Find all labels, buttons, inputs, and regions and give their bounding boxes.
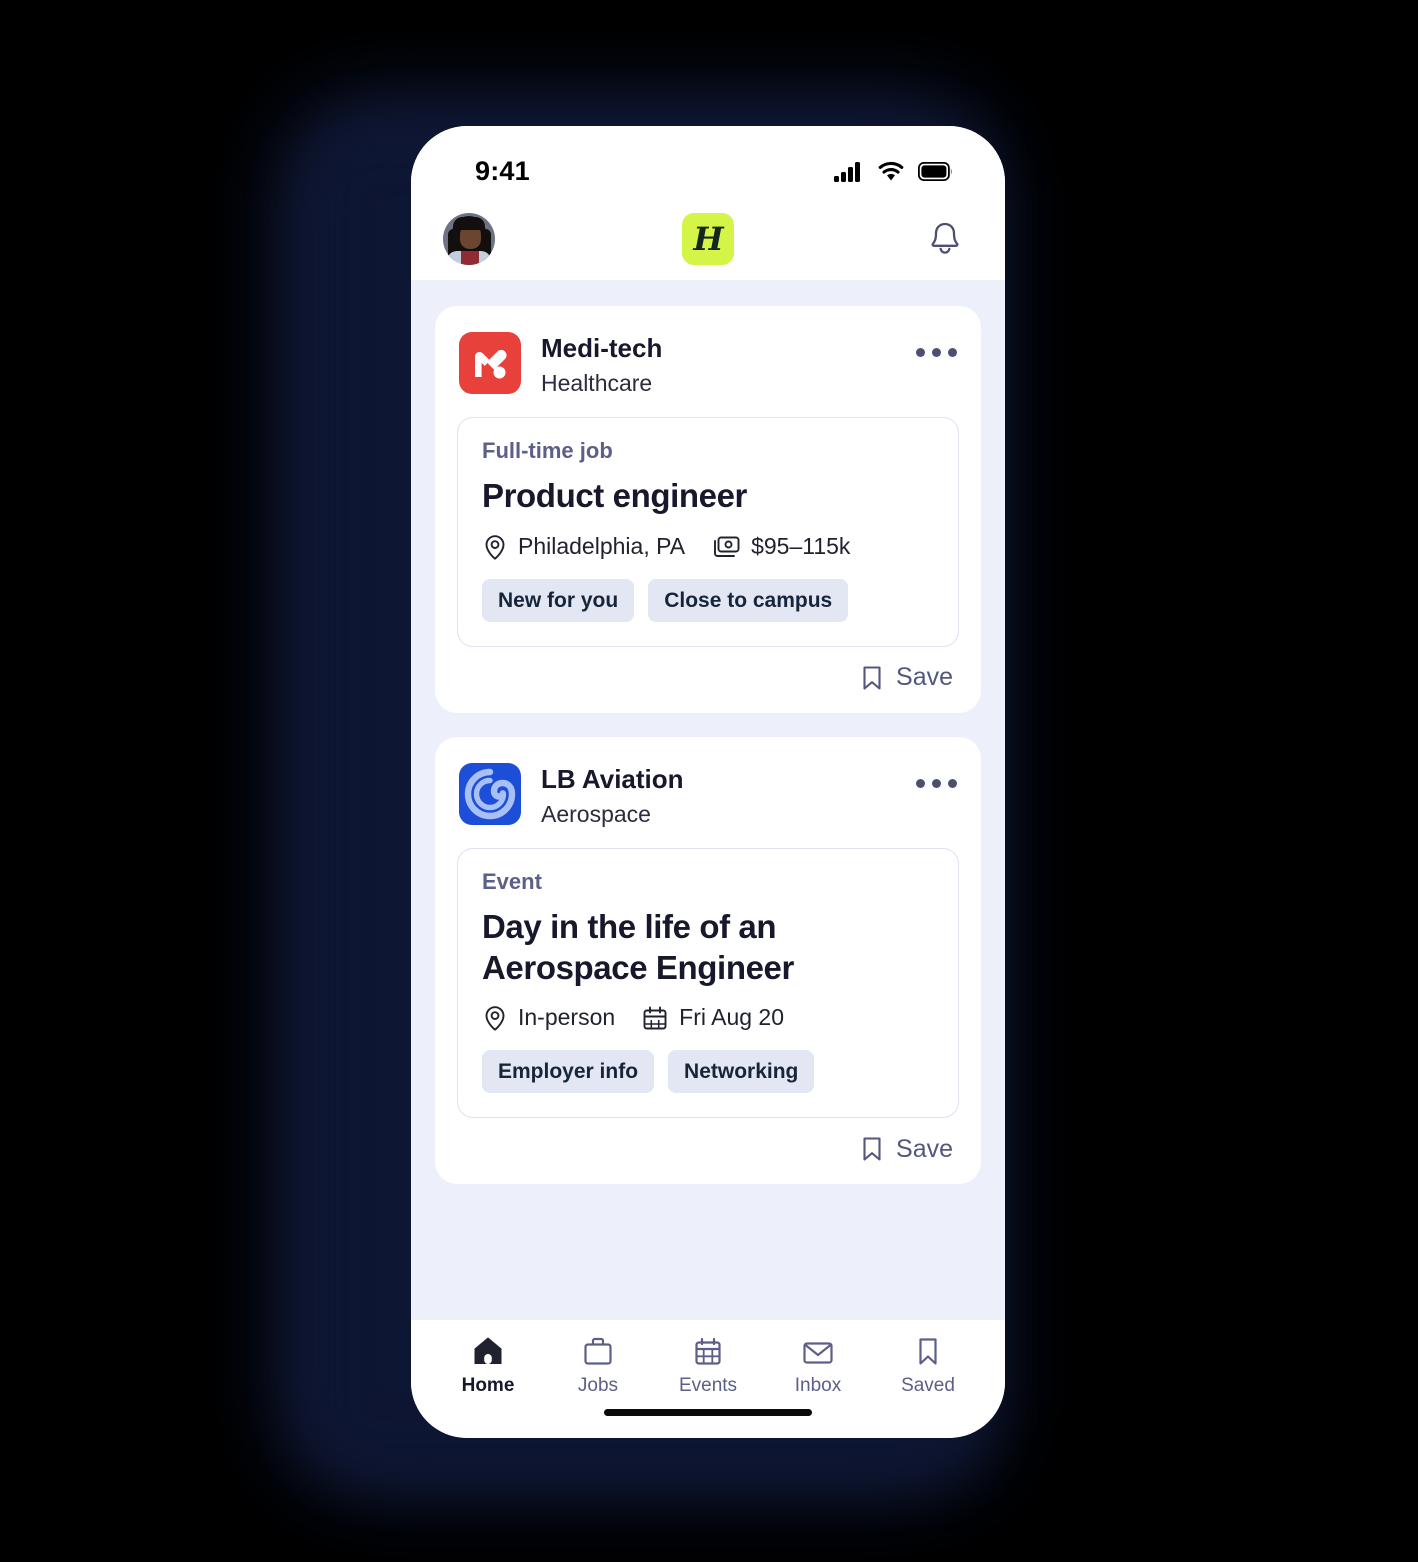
- card-footer: Save: [457, 647, 959, 701]
- avatar-shirt: [461, 251, 479, 265]
- status-bar-time: 9:41: [475, 155, 530, 186]
- briefcase-icon: [584, 1337, 612, 1365]
- job-detail-panel[interactable]: Full-time job Product engineer Philadelp…: [457, 417, 959, 647]
- bookmark-icon: [863, 666, 881, 690]
- tab-saved-label: Saved: [901, 1375, 955, 1396]
- fact-format: In-person: [482, 1004, 615, 1032]
- save-button-label: Save: [896, 1134, 953, 1163]
- location-pin-icon: [485, 1006, 505, 1031]
- feed-card[interactable]: LB Aviation Aerospace Event Day in the l…: [435, 736, 981, 1185]
- org-industry: Healthcare: [541, 369, 653, 396]
- card-header: LB Aviation Aerospace: [457, 759, 959, 848]
- card-facts: In-person Fri Aug 20: [482, 1004, 934, 1032]
- lb-aviation-logo[interactable]: [459, 762, 521, 825]
- save-button[interactable]: Save: [859, 663, 953, 693]
- tab-saved[interactable]: Saved: [881, 1334, 975, 1397]
- status-bar-icons: [834, 161, 953, 182]
- feed-card[interactable]: Medi-tech Healthcare Full-time job Produ…: [435, 306, 981, 713]
- envelope-icon: [803, 1342, 833, 1364]
- home-icon: [474, 1337, 502, 1364]
- feed-scroll-area[interactable]: Medi-tech Healthcare Full-time job Produ…: [411, 280, 1005, 1320]
- org-meta: LB Aviation Aerospace: [541, 763, 896, 828]
- card-kicker: Event: [482, 869, 542, 895]
- event-detail-panel[interactable]: Event Day in the life of an Aerospace En…: [457, 848, 959, 1119]
- card-facts: Philadelphia, PA $95–115k: [482, 533, 934, 561]
- fact-salary-text: $95–115k: [751, 533, 851, 560]
- wifi-icon: [878, 161, 904, 180]
- card-pills: New for you Close to campus: [482, 578, 934, 622]
- fact-date: Fri Aug 20: [641, 1004, 784, 1032]
- fact-date-text: Fri Aug 20: [679, 1004, 785, 1031]
- status-bar: 9:41: [411, 126, 1005, 198]
- tab-events[interactable]: Events: [661, 1334, 755, 1397]
- bottom-tab-bar: Home Jobs Events Inbox Saved: [411, 1320, 1005, 1438]
- tab-home-label: Home: [461, 1375, 515, 1396]
- card-footer: Save: [457, 1118, 959, 1172]
- pill-tag[interactable]: Employer info: [482, 1049, 655, 1094]
- org-name: LB Aviation: [541, 763, 684, 794]
- notifications-button[interactable]: [921, 215, 969, 263]
- card-header: Medi-tech Healthcare: [457, 328, 959, 417]
- location-pin-icon: [485, 534, 505, 560]
- tab-inbox[interactable]: Inbox: [771, 1334, 865, 1397]
- calendar-icon: [643, 1006, 667, 1030]
- phone-mockup: 9:41 H Medi-tech Healthcare Full-time jo…: [411, 126, 1005, 1438]
- org-name: Medi-tech: [541, 333, 663, 363]
- brand-logo[interactable]: H: [682, 213, 734, 265]
- tab-jobs-label: Jobs: [577, 1375, 619, 1396]
- fact-location: Philadelphia, PA: [482, 533, 685, 561]
- calendar-icon: [695, 1337, 721, 1365]
- save-button-label: Save: [896, 663, 953, 692]
- home-indicator: [604, 1409, 812, 1416]
- tab-inbox-label: Inbox: [794, 1375, 842, 1396]
- more-options-icon[interactable]: [916, 763, 957, 788]
- tab-jobs[interactable]: Jobs: [551, 1334, 645, 1397]
- app-header: H: [411, 198, 1005, 280]
- avatar[interactable]: [443, 213, 495, 265]
- medi-tech-logo-mark: [475, 349, 507, 379]
- card-headline: Product engineer: [482, 477, 747, 515]
- fact-format-text: In-person: [518, 1004, 616, 1031]
- org-meta: Medi-tech Healthcare: [541, 332, 896, 397]
- org-industry: Aerospace: [541, 800, 651, 827]
- medi-tech-logo[interactable]: [459, 332, 521, 394]
- pill-tag[interactable]: Networking: [668, 1049, 815, 1094]
- battery-icon: [918, 161, 952, 181]
- pill-tag[interactable]: New for you: [482, 578, 635, 622]
- card-kicker: Full-time job: [482, 438, 613, 464]
- pill-tag[interactable]: Close to campus: [648, 578, 849, 622]
- fact-location-text: Philadelphia, PA: [518, 533, 686, 560]
- cellular-signal-icon: [834, 161, 860, 182]
- tab-events-label: Events: [678, 1375, 738, 1396]
- card-pills: Employer info Networking: [482, 1049, 934, 1094]
- bell-icon: [931, 222, 959, 254]
- tab-home[interactable]: Home: [441, 1334, 535, 1397]
- save-button[interactable]: Save: [859, 1134, 953, 1164]
- avatar-hair-front: [453, 217, 485, 230]
- more-options-icon[interactable]: [916, 332, 957, 357]
- bookmark-icon: [863, 1137, 881, 1161]
- brand-logo-letter: H: [693, 220, 723, 258]
- screenshot-canvas: 9:41 H Medi-tech Healthcare Full-time jo…: [0, 0, 1418, 1562]
- money-icon: [714, 536, 740, 557]
- bookmark-icon: [919, 1338, 937, 1365]
- fact-salary: $95–115k: [711, 533, 850, 561]
- card-headline: Day in the life of an Aerospace Engineer: [482, 908, 794, 986]
- lb-aviation-logo-mark: [464, 768, 516, 820]
